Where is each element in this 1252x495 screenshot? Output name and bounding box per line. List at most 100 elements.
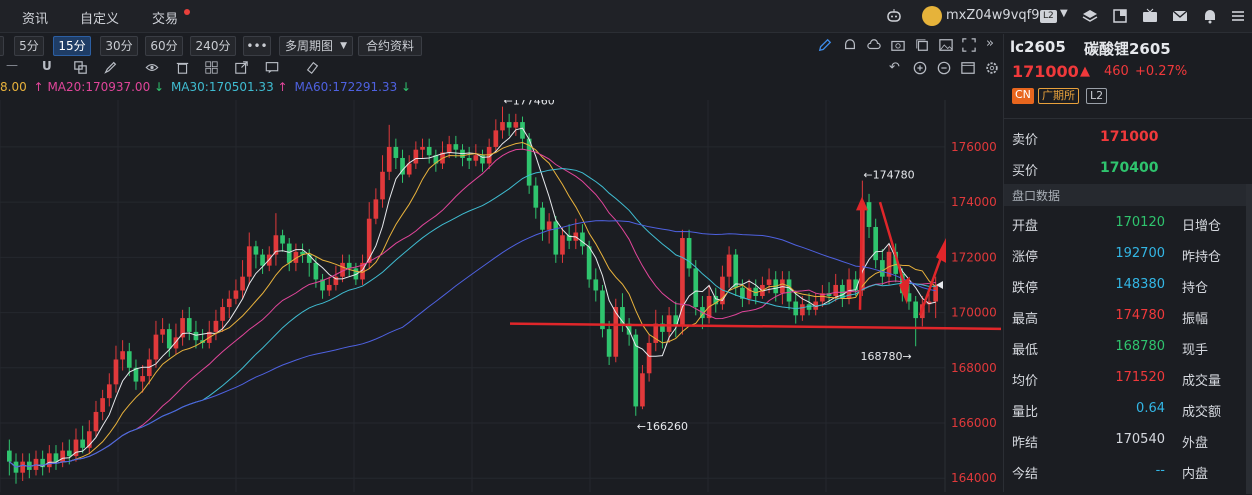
candle-body xyxy=(646,342,652,374)
up-arrow-icon: ▲ xyxy=(1080,64,1090,79)
menu-icon[interactable] xyxy=(1230,8,1246,24)
camera-icon[interactable] xyxy=(891,38,905,52)
timeframe-15m[interactable]: 15分 xyxy=(53,36,91,56)
candle-body xyxy=(220,307,225,321)
row-value: 171520 xyxy=(1115,370,1165,385)
divider-icon: — xyxy=(6,58,18,72)
candle-body xyxy=(60,450,65,462)
level-badge: L2 xyxy=(1040,10,1057,23)
collapse-panel-icon[interactable]: » xyxy=(986,36,994,51)
undo-icon[interactable]: ↶ xyxy=(889,60,900,75)
candle-body xyxy=(506,122,512,128)
grid-icon[interactable] xyxy=(205,61,218,74)
bid-row[interactable]: 买价 170400 xyxy=(1004,153,1252,183)
candle-body xyxy=(180,318,185,338)
candle-body xyxy=(420,146,425,150)
candle-body xyxy=(280,235,285,244)
timeframe-partial[interactable] xyxy=(0,36,4,56)
row-label: 均价 xyxy=(1012,374,1039,389)
alert-bell-icon[interactable] xyxy=(843,38,857,52)
ask-price: 171000 xyxy=(1100,129,1159,145)
chart-toolbar: 5分 15分 30分 60分 240分 ••• 多周期图 ▼ 合约资料 » xyxy=(0,34,1001,58)
chevron-down-icon[interactable]: ▼ xyxy=(1060,8,1068,19)
candle-body xyxy=(466,157,472,161)
candle-body xyxy=(373,199,379,219)
candle-body xyxy=(166,329,172,349)
ma60-down-icon: ↓ xyxy=(401,80,412,94)
username[interactable]: mxZ04w9vqf9 xyxy=(946,8,1040,23)
nav-custom[interactable]: 自定义 xyxy=(80,8,119,27)
contract-info-button[interactable]: 合约资料 xyxy=(358,36,422,56)
zoom-out-icon[interactable] xyxy=(937,61,951,75)
timeframe-240m[interactable]: 240分 xyxy=(190,36,236,56)
ma-first-value: 8.00 xyxy=(0,80,27,94)
comment-icon[interactable] xyxy=(265,61,279,74)
level-tag: L2 xyxy=(1086,88,1108,104)
candle-body xyxy=(553,221,559,255)
magnet-icon[interactable]: U xyxy=(42,59,52,73)
zoom-in-icon[interactable] xyxy=(913,61,927,75)
notification-dot xyxy=(184,9,190,15)
candle-body xyxy=(246,246,252,277)
avatar[interactable] xyxy=(922,6,942,26)
drawing-tools: — U ↶ xyxy=(0,58,1001,78)
price-tick-label: 164000 xyxy=(951,471,997,485)
cloud-icon[interactable] xyxy=(867,38,881,52)
robot-icon[interactable] xyxy=(886,8,902,24)
candle-body xyxy=(606,329,612,357)
row-value: 170540 xyxy=(1115,432,1165,447)
candle-body xyxy=(240,276,245,291)
candle-body xyxy=(786,279,792,302)
chart-canvas[interactable]: 176000 174000 172000 170000 168000 166000 1640… xyxy=(0,95,1037,492)
layout-icon[interactable] xyxy=(1112,8,1128,24)
multi-chart-dropdown[interactable]: 多周期图 ▼ xyxy=(279,36,353,56)
market-data-row: 最低 168780 现手 xyxy=(1004,332,1252,363)
nav-trade[interactable]: 交易 xyxy=(152,8,178,27)
window-icon[interactable] xyxy=(961,61,975,75)
ma20-value: MA20:170937.00 xyxy=(47,80,151,94)
market-data-row: 最高 174780 振幅 xyxy=(1004,301,1252,332)
bell-icon[interactable] xyxy=(1202,8,1218,24)
candle-body xyxy=(113,359,119,385)
candle-body xyxy=(693,268,699,308)
market-data-row: 涨停 192700 昨持仓 xyxy=(1004,239,1252,270)
scrollbar[interactable] xyxy=(1246,184,1252,494)
row-right-label: 内盘 xyxy=(1182,467,1209,482)
candle-body xyxy=(20,461,25,473)
ask-row[interactable]: 卖价 171000 xyxy=(1004,122,1252,152)
layers-icon[interactable] xyxy=(1082,8,1098,24)
eye-icon[interactable] xyxy=(145,61,159,74)
row-label: 涨停 xyxy=(1012,250,1039,265)
image-icon[interactable] xyxy=(939,38,953,52)
price-annotation-low: ←166260 xyxy=(637,420,688,433)
more-button[interactable]: ••• xyxy=(243,36,271,56)
candle-body xyxy=(800,304,805,316)
fullscreen-icon[interactable] xyxy=(962,38,976,52)
shapes-icon[interactable] xyxy=(74,61,87,74)
brush-icon[interactable] xyxy=(104,61,117,74)
candle-body xyxy=(253,246,259,255)
timeframe-60m[interactable]: 60分 xyxy=(145,36,183,56)
candle-body xyxy=(453,144,459,150)
settings-icon[interactable] xyxy=(985,61,999,75)
bid-price: 170400 xyxy=(1100,160,1159,176)
market-data-row: 跌停 148380 持仓 xyxy=(1004,270,1252,301)
timeframe-5m[interactable]: 5分 xyxy=(14,36,44,56)
copy-icon[interactable] xyxy=(915,38,929,52)
candlestick-chart[interactable]: 176000 174000 172000 170000 168000 166000 1640… xyxy=(0,95,1037,492)
price-annotation-low2: 168780→ xyxy=(860,350,911,363)
row-right-label: 持仓 xyxy=(1182,281,1209,296)
candle-body xyxy=(686,238,692,269)
pen-icon[interactable] xyxy=(818,38,832,52)
export-icon[interactable] xyxy=(235,61,248,74)
candle-body xyxy=(260,254,265,266)
nav-news[interactable]: 资讯 xyxy=(22,8,48,27)
row-label: 最低 xyxy=(1012,343,1039,358)
video-icon[interactable] xyxy=(1142,8,1158,24)
eraser-icon[interactable] xyxy=(306,61,319,74)
trash-icon[interactable] xyxy=(176,61,189,74)
market-data-row: 今结 -- 内盘 xyxy=(1004,456,1252,487)
price-change: 460 xyxy=(1104,64,1129,79)
timeframe-30m[interactable]: 30分 xyxy=(100,36,138,56)
mail-icon[interactable] xyxy=(1172,8,1188,24)
